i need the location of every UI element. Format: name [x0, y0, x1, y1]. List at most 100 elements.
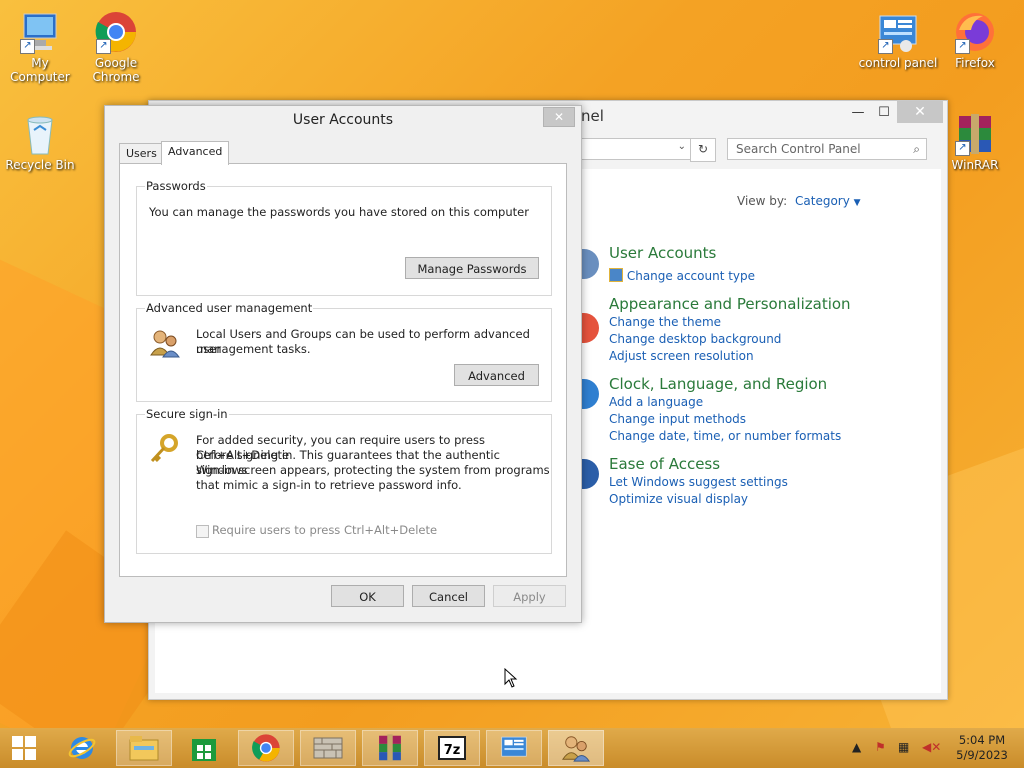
taskbar-chrome[interactable] — [238, 730, 294, 766]
refresh-icon: ↻ — [697, 142, 709, 156]
7zip-icon: 7z — [438, 736, 466, 760]
ctrl-alt-delete-checkbox[interactable] — [196, 525, 209, 538]
desktop-icon-firefox[interactable]: ↗ Firefox — [935, 10, 1015, 70]
advanced-mgmt-group-label: Advanced user management — [145, 301, 314, 315]
secure-signin-description-line3: sign-in screen appears, protecting the s… — [196, 463, 550, 477]
advanced-user-management-group: Advanced user management Local Users and… — [136, 301, 552, 402]
link-add-language[interactable]: Add a language — [609, 395, 703, 409]
view-by-dropdown[interactable]: Category ▼ — [795, 194, 861, 208]
chrome-icon: ↗ — [94, 10, 138, 54]
control-panel-title: nel — [581, 107, 604, 125]
svg-text:7z: 7z — [444, 743, 461, 758]
advanced-button[interactable]: Advanced — [454, 364, 539, 386]
desktop-icon-label: Google Chrome — [92, 56, 140, 84]
link-change-date-formats[interactable]: Change date, time, or number formats — [609, 429, 841, 443]
computer-icon: ↗ — [18, 10, 62, 54]
tab-users[interactable]: Users — [119, 143, 164, 164]
apply-button[interactable]: Apply — [493, 585, 566, 607]
close-icon: ✕ — [914, 104, 926, 120]
category-ease-of-access[interactable]: Ease of Access — [609, 455, 720, 473]
ctrl-alt-delete-checkbox-label[interactable]: Require users to press Ctrl+Alt+Delete — [212, 523, 437, 538]
clock-time: 5:04 PM — [958, 733, 1006, 747]
view-by-value: Category — [795, 194, 850, 208]
internet-explorer-icon — [68, 737, 96, 759]
taskbar-store[interactable] — [176, 730, 232, 766]
chevron-down-icon: ⌄ — [677, 141, 686, 152]
dialog-close-button[interactable]: ✕ — [543, 107, 575, 127]
cancel-button[interactable]: Cancel — [412, 585, 485, 607]
link-suggest-settings[interactable]: Let Windows suggest settings — [609, 475, 788, 489]
link-label: Change account type — [626, 269, 756, 283]
desktop-icon-label: Firefox — [955, 56, 995, 70]
desktop-icon-recycle-bin[interactable]: Recycle Bin — [0, 112, 80, 172]
shortcut-arrow-icon: ↗ — [878, 39, 893, 54]
desktop-icon-chrome[interactable]: ↗ Google Chrome — [76, 10, 156, 84]
shortcut-arrow-icon: ↗ — [955, 141, 970, 156]
dialog-title: User Accounts — [292, 112, 394, 128]
passwords-group: Passwords You can manage the passwords y… — [136, 179, 552, 296]
link-optimize-display[interactable]: Optimize visual display — [609, 492, 748, 506]
link-change-account-type[interactable]: Change account type — [609, 268, 755, 283]
chevron-up-icon: ▲ — [852, 740, 862, 754]
tab-advanced[interactable]: Advanced — [161, 141, 230, 165]
search-placeholder: Search Control Panel — [736, 142, 861, 156]
volume-muted-icon[interactable]: ◀✕ — [922, 740, 941, 754]
secure-signin-description-line4: that mimic a sign-in to retrieve passwor… — [196, 478, 462, 492]
shield-icon — [609, 268, 623, 282]
control-panel-icon: ↗ — [876, 10, 920, 54]
secure-signin-group: Secure sign-in For added security, you c… — [136, 407, 552, 554]
shortcut-arrow-icon: ↗ — [96, 39, 111, 54]
category-appearance[interactable]: Appearance and Personalization — [609, 295, 851, 313]
search-icon: ⌕ — [913, 142, 920, 156]
search-input[interactable]: Search Control Panel ⌕ — [727, 138, 927, 160]
shortcut-arrow-icon: ↗ — [20, 39, 35, 54]
desktop-icon-my-computer[interactable]: ↗ My Computer — [0, 10, 80, 84]
network-icon[interactable]: ▦ — [898, 740, 909, 754]
chrome-icon — [252, 734, 280, 762]
winrar-icon — [379, 734, 401, 762]
desktop-icon-control-panel[interactable]: ↗ control panel — [858, 10, 938, 70]
view-by-label: View by: — [737, 194, 788, 208]
taskbar-clock[interactable]: 5:04 PM 5/9/2023 — [944, 733, 1020, 763]
link-change-theme[interactable]: Change the theme — [609, 315, 721, 329]
windows-logo-icon — [12, 736, 36, 760]
start-button[interactable] — [0, 730, 48, 766]
secure-signin-group-label: Secure sign-in — [145, 407, 229, 421]
address-bar[interactable]: ⌄ — [579, 138, 691, 160]
manage-passwords-button[interactable]: Manage Passwords — [405, 257, 539, 279]
taskbar-user-accounts[interactable] — [548, 730, 604, 766]
taskbar-winrar[interactable] — [362, 730, 418, 766]
store-icon — [192, 739, 216, 761]
taskbar-firewall[interactable] — [300, 730, 356, 766]
link-change-desktop-background[interactable]: Change desktop background — [609, 332, 781, 346]
firewall-icon — [313, 737, 343, 759]
taskbar-file-explorer[interactable] — [116, 730, 172, 766]
users-group-icon — [149, 327, 181, 362]
ok-button[interactable]: OK — [331, 585, 404, 607]
category-clock-region[interactable]: Clock, Language, and Region — [609, 375, 827, 393]
category-user-accounts[interactable]: User Accounts — [609, 244, 716, 262]
advanced-tab-panel: Passwords You can manage the passwords y… — [119, 163, 567, 577]
passwords-description: You can manage the passwords you have st… — [149, 205, 529, 219]
mouse-cursor — [504, 667, 518, 691]
maximize-button[interactable]: ☐ — [869, 103, 899, 123]
user-accounts-dialog[interactable]: User Accounts ✕ Users Advanced Passwords… — [104, 105, 582, 623]
show-hidden-icons-button[interactable]: ▲ — [852, 740, 861, 754]
close-icon: ✕ — [553, 110, 565, 124]
link-change-input-methods[interactable]: Change input methods — [609, 412, 746, 426]
taskbar-internet-explorer[interactable] — [54, 730, 110, 766]
dropdown-arrow-icon: ▼ — [853, 198, 861, 208]
passwords-group-label: Passwords — [145, 179, 207, 193]
action-center-icon[interactable]: ⚑ — [875, 740, 886, 754]
desktop-icon-label: My Computer — [10, 56, 70, 84]
taskbar-7zip[interactable]: 7z — [424, 730, 480, 766]
key-icon — [147, 433, 181, 470]
taskbar-control-panel[interactable] — [486, 730, 542, 766]
control-panel-icon — [501, 736, 527, 757]
clock-date: 5/9/2023 — [956, 748, 1008, 762]
recycle-bin-icon — [18, 112, 62, 156]
refresh-button[interactable]: ↻ — [690, 138, 716, 162]
close-button[interactable]: ✕ — [897, 101, 943, 123]
link-adjust-resolution[interactable]: Adjust screen resolution — [609, 349, 754, 363]
folder-icon — [129, 736, 159, 761]
